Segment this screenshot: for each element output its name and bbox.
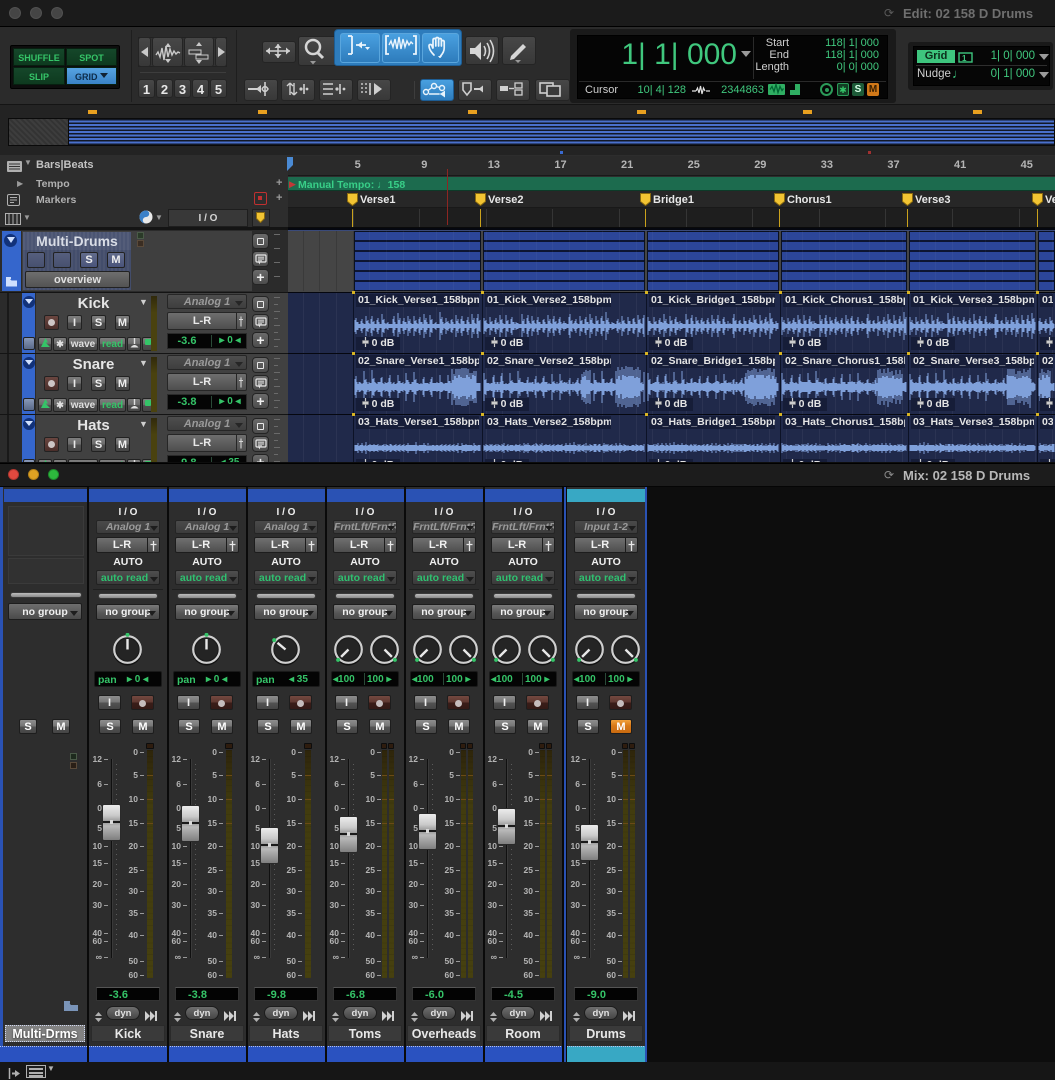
svg-text:1: 1	[962, 54, 967, 63]
